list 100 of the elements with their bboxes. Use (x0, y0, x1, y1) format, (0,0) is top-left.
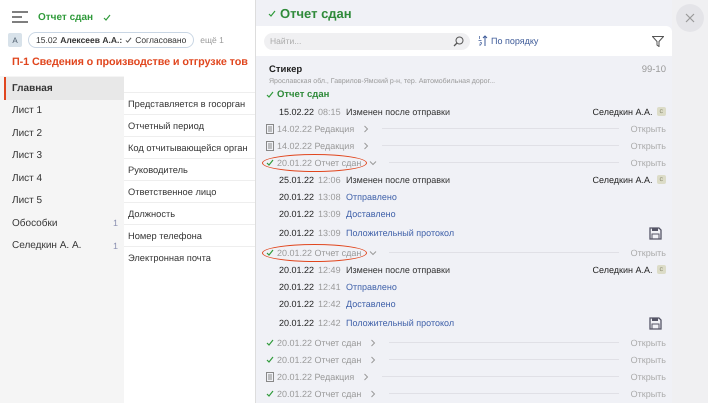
document-icon (266, 372, 274, 382)
event-time: 12:42 (318, 318, 342, 328)
check-icon (268, 10, 276, 16)
sidebar-item-label: Главная (12, 82, 54, 94)
organization-code: 99-10 (642, 64, 666, 75)
sidebar-item-label: Обособки (12, 218, 58, 229)
history-group-label[interactable]: 20.01.22 Отчет сдан (277, 338, 362, 348)
menu-icon[interactable] (12, 11, 28, 23)
sidebar-item-label: Лист 4 (12, 172, 44, 184)
sidebar-item[interactable]: Главная (4, 77, 124, 100)
event-time: 12:42 (318, 298, 342, 308)
event-time: 13:09 (318, 208, 342, 218)
event-time: 13:08 (318, 192, 342, 202)
sort-button[interactable]: По порядку (478, 35, 538, 47)
save-icon[interactable] (649, 226, 662, 240)
organization-status: Отчет сдан (277, 88, 330, 100)
form-field-label: Руководитель (124, 158, 255, 180)
event-date: 20.01.22 (279, 318, 314, 328)
form-field-label: Код отчитывающейся орган (124, 136, 255, 158)
report-status: Отчет сдан (38, 12, 94, 22)
sidebar-item-label: Лист 5 (12, 195, 44, 206)
history-group-label[interactable]: 20.01.22 Отчет сдан (277, 158, 362, 168)
sidebar-item-label: Лист 2 (12, 128, 44, 139)
open-link[interactable]: Открыть (630, 388, 666, 398)
sidebar-item[interactable]: Лист 5 (0, 190, 124, 212)
chevron-right-icon[interactable] (369, 356, 378, 364)
event-text: Изменен после отправки (346, 264, 451, 274)
sidebar-item[interactable]: Лист 3 (0, 144, 124, 167)
sidebar-item[interactable]: Лист 4 (0, 167, 124, 190)
check-icon (266, 339, 274, 346)
history-group-label[interactable]: 20.01.22 Отчет сдан (277, 354, 362, 364)
search-icon[interactable] (453, 36, 464, 46)
chevron-down-icon[interactable] (369, 248, 378, 256)
chevron-down-icon[interactable] (369, 158, 378, 166)
form-field-label: Электронная почта (124, 246, 255, 268)
chevron-right-icon[interactable] (362, 372, 370, 380)
chevron-right-icon[interactable] (369, 338, 378, 346)
author-name: Селедкин А.А. (592, 106, 652, 116)
author-name: Селедкин А.А. (592, 264, 652, 274)
history-group-label[interactable]: 20.01.22 Отчет сдан (277, 248, 362, 258)
event-status-link[interactable]: Положительный протокол (346, 318, 645, 328)
chevron-right-icon[interactable] (369, 390, 378, 398)
open-link[interactable]: Открыть (630, 338, 666, 348)
sidebar-item-label: Лист 1 (12, 105, 44, 116)
open-link[interactable]: Открыть (630, 140, 666, 150)
check-icon (103, 14, 112, 20)
event-date: 15.02.22 (279, 106, 314, 116)
form-field-label: Должность (124, 202, 255, 224)
event-date: 20.01.22 (279, 298, 314, 308)
event-date: 20.01.22 (279, 264, 314, 274)
history-group-label[interactable]: 14.02.22 Редакция (277, 140, 354, 150)
check-icon (266, 159, 274, 166)
open-link[interactable]: Открыть (630, 248, 666, 258)
save-icon[interactable] (649, 316, 662, 330)
approval-chip[interactable]: 15.02 Алексеев А.А.: Согласовано (28, 32, 194, 48)
sidebar-count: 1 (112, 218, 118, 228)
event-status-link[interactable]: Доставлено (346, 208, 666, 218)
sidebar-item[interactable]: Обособки 1 (0, 212, 124, 234)
chevron-right-icon[interactable] (362, 142, 370, 150)
sidebar-item[interactable]: Лист 2 (0, 122, 124, 144)
open-link[interactable]: Открыть (630, 158, 666, 168)
filter-icon[interactable] (652, 36, 664, 46)
open-link[interactable]: Открыть (630, 372, 666, 382)
form-field-label: Отчетный период (124, 114, 255, 136)
sort-order-icon (478, 35, 488, 47)
check-icon (266, 249, 274, 256)
event-date: 20.01.22 (279, 192, 314, 202)
event-date: 20.01.22 (279, 228, 314, 238)
event-status-link[interactable]: Доставлено (346, 298, 666, 308)
sidebar-count: 1 (112, 240, 118, 251)
history-group-label[interactable]: 20.01.22 Отчет сдан (277, 388, 362, 398)
close-icon (685, 13, 695, 23)
avatar: А (8, 33, 22, 47)
event-time: 12:49 (318, 264, 342, 274)
event-time: 12:41 (318, 282, 342, 292)
organization-name: Стикер (269, 64, 304, 75)
open-link[interactable]: Открыть (630, 124, 666, 134)
form-field-label: Представляется в госорган (124, 92, 255, 114)
open-link[interactable]: Открыть (630, 354, 666, 364)
history-group-label[interactable]: 20.01.22 Редакция (277, 372, 354, 382)
sidebar-item[interactable]: Лист 1 (0, 100, 124, 122)
search-field[interactable]: Найти... (264, 32, 470, 50)
chevron-right-icon[interactable] (362, 124, 370, 132)
event-status-link[interactable]: Положительный протокол (346, 228, 645, 238)
check-icon (266, 390, 274, 397)
close-button[interactable] (676, 4, 704, 32)
history-group-label[interactable]: 14.02.22 Редакция (277, 124, 354, 134)
sidebar-item-label: Селедкин А. А. (12, 240, 82, 252)
check-icon (125, 37, 132, 43)
drawer-title: Отчет сдан (280, 6, 352, 20)
form-title: П-1 Сведения о производстве и отгрузке тов (11, 55, 249, 70)
check-icon (266, 90, 274, 98)
event-status-link[interactable]: Отправлено (346, 192, 666, 202)
event-time: 12:06 (318, 174, 342, 184)
author-name: Селедкин А.А. (592, 174, 652, 184)
more-link[interactable]: ещё 1 (200, 35, 224, 45)
sidebar-item[interactable]: Селедкин А. А. 1 (0, 234, 124, 257)
document-icon (266, 124, 274, 134)
event-status-link[interactable]: Отправлено (346, 282, 666, 292)
event-date: 20.01.22 (279, 282, 314, 292)
